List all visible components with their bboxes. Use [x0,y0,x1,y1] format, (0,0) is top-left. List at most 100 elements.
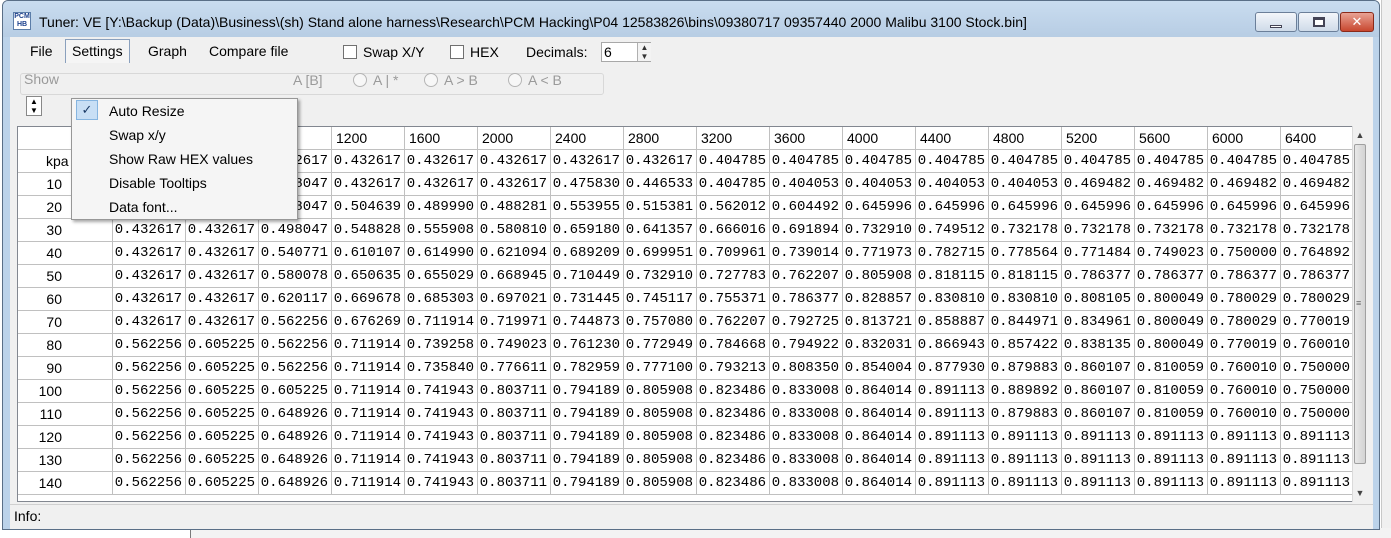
grid-cell[interactable]: 0.794189 [550,425,624,449]
grid-cell[interactable]: 0.800049 [1134,333,1208,357]
grid-cell[interactable]: 0.877930 [915,356,989,380]
grid-cell[interactable]: 0.605225 [185,471,259,495]
grid-cell[interactable]: 0.782715 [915,241,989,265]
grid-cell[interactable]: 0.699951 [623,241,697,265]
grid-cell[interactable]: 0.475830 [550,172,624,196]
grid-cell[interactable]: 0.864014 [842,448,916,472]
column-header[interactable]: 6000 [1207,127,1281,150]
grid-cell[interactable]: 0.838135 [1061,333,1135,357]
grid-cell[interactable]: 0.504639 [331,195,405,219]
grid-cell[interactable]: 0.562256 [258,310,332,334]
grid-cell[interactable]: 0.780029 [1280,287,1354,311]
column-header[interactable]: 4400 [915,127,989,150]
grid-cell[interactable]: 0.808350 [769,356,843,380]
grid-cell[interactable]: 0.404053 [842,172,916,196]
row-header[interactable]: 110 [18,402,113,426]
grid-cell[interactable]: 0.803711 [477,425,551,449]
menu-graph[interactable]: Graph [144,43,191,59]
grid-cell[interactable]: 0.891113 [988,448,1062,472]
spin-down-icon[interactable]: ▼ [641,52,649,61]
grid-cell[interactable]: 0.562256 [258,356,332,380]
grid-cell[interactable]: 0.860107 [1061,356,1135,380]
grid-cell[interactable]: 0.404785 [1134,149,1208,173]
grid-cell[interactable]: 0.891113 [1280,471,1354,495]
row-spinner[interactable]: ▲ ▼ [26,96,42,116]
compare-ab-label[interactable]: A [B] [293,72,323,88]
row-header[interactable]: 50 [18,264,113,288]
grid-cell[interactable]: 0.669678 [331,287,405,311]
grid-cell[interactable]: 0.813721 [842,310,916,334]
row-header[interactable]: 30 [18,218,113,242]
grid-cell[interactable]: 0.794189 [550,471,624,495]
grid-cell[interactable]: 0.860107 [1061,402,1135,426]
maximize-button[interactable] [1298,12,1339,32]
grid-cell[interactable]: 0.432617 [477,149,551,173]
grid-cell[interactable]: 0.764892 [1280,241,1354,265]
grid-cell[interactable]: 0.757080 [623,310,697,334]
grid-cell[interactable]: 0.605225 [185,356,259,380]
grid-cell[interactable]: 0.605225 [185,448,259,472]
grid-cell[interactable]: 0.562256 [112,471,186,495]
scroll-up-icon[interactable]: ▲ [1353,127,1367,143]
grid-cell[interactable]: 0.488281 [477,195,551,219]
row-header[interactable]: 80 [18,333,113,357]
grid-cell[interactable]: 0.864014 [842,425,916,449]
grid-cell[interactable]: 0.645996 [1061,195,1135,219]
grid-cell[interactable]: 0.732910 [842,218,916,242]
grid-cell[interactable]: 0.666016 [696,218,770,242]
grid-cell[interactable]: 0.710449 [550,264,624,288]
grid-cell[interactable]: 0.833008 [769,471,843,495]
grid-cell[interactable]: 0.605225 [185,379,259,403]
grid-cell[interactable]: 0.749023 [477,333,551,357]
grid-cell[interactable]: 0.823486 [696,425,770,449]
grid-cell[interactable]: 0.823486 [696,402,770,426]
grid-cell[interactable]: 0.741943 [404,402,478,426]
grid-cell[interactable]: 0.432617 [185,310,259,334]
grid-cell[interactable]: 0.772949 [623,333,697,357]
close-button[interactable]: ✕ [1340,12,1374,32]
column-header[interactable]: 2400 [550,127,624,150]
grid-cell[interactable]: 0.864014 [842,402,916,426]
grid-cell[interactable]: 0.605225 [185,425,259,449]
settings-menu-item[interactable]: Disable Tooltips [72,171,297,195]
grid-cell[interactable]: 0.786377 [1061,264,1135,288]
grid-cell[interactable]: 0.404053 [915,172,989,196]
grid-cell[interactable]: 0.750000 [1280,402,1354,426]
grid-cell[interactable]: 0.741943 [404,448,478,472]
grid-cell[interactable]: 0.739014 [769,241,843,265]
grid-cell[interactable]: 0.498047 [258,218,332,242]
grid-cell[interactable]: 0.866943 [915,333,989,357]
grid-cell[interactable]: 0.432617 [112,310,186,334]
row-header[interactable]: 90 [18,356,113,380]
grid-cell[interactable]: 0.770019 [1280,310,1354,334]
spin-up-icon[interactable]: ▲ [30,97,38,106]
swap-xy-label[interactable]: Swap X/Y [363,44,424,60]
grid-cell[interactable]: 0.731445 [550,287,624,311]
grid-cell[interactable]: 0.891113 [1280,425,1354,449]
grid-cell[interactable]: 0.750000 [1207,241,1281,265]
app-icon[interactable]: PCM HB [13,12,31,30]
grid-cell[interactable]: 0.645996 [915,195,989,219]
grid-cell[interactable]: 0.830810 [915,287,989,311]
settings-menu-item[interactable]: Show Raw HEX values [72,147,297,171]
grid-cell[interactable]: 0.800049 [1134,287,1208,311]
grid-cell[interactable]: 0.711914 [331,471,405,495]
grid-cell[interactable]: 0.771973 [842,241,916,265]
grid-cell[interactable]: 0.735840 [404,356,478,380]
grid-cell[interactable]: 0.761230 [550,333,624,357]
column-header[interactable]: 2800 [623,127,697,150]
grid-cell[interactable]: 0.891113 [1207,448,1281,472]
menu-file[interactable]: File [26,43,57,59]
grid-cell[interactable]: 0.645996 [1280,195,1354,219]
grid-cell[interactable]: 0.860107 [1061,379,1135,403]
grid-cell[interactable]: 0.689209 [550,241,624,265]
grid-cell[interactable]: 0.818115 [988,264,1062,288]
grid-cell[interactable]: 0.741943 [404,425,478,449]
grid-cell[interactable]: 0.404785 [1280,149,1354,173]
grid-cell[interactable]: 0.432617 [112,287,186,311]
settings-menu-item[interactable]: Swap x/y [72,123,297,147]
grid-cell[interactable]: 0.810059 [1134,402,1208,426]
grid-cell[interactable]: 0.648926 [258,425,332,449]
grid-cell[interactable]: 0.832031 [842,333,916,357]
grid-cell[interactable]: 0.645996 [842,195,916,219]
